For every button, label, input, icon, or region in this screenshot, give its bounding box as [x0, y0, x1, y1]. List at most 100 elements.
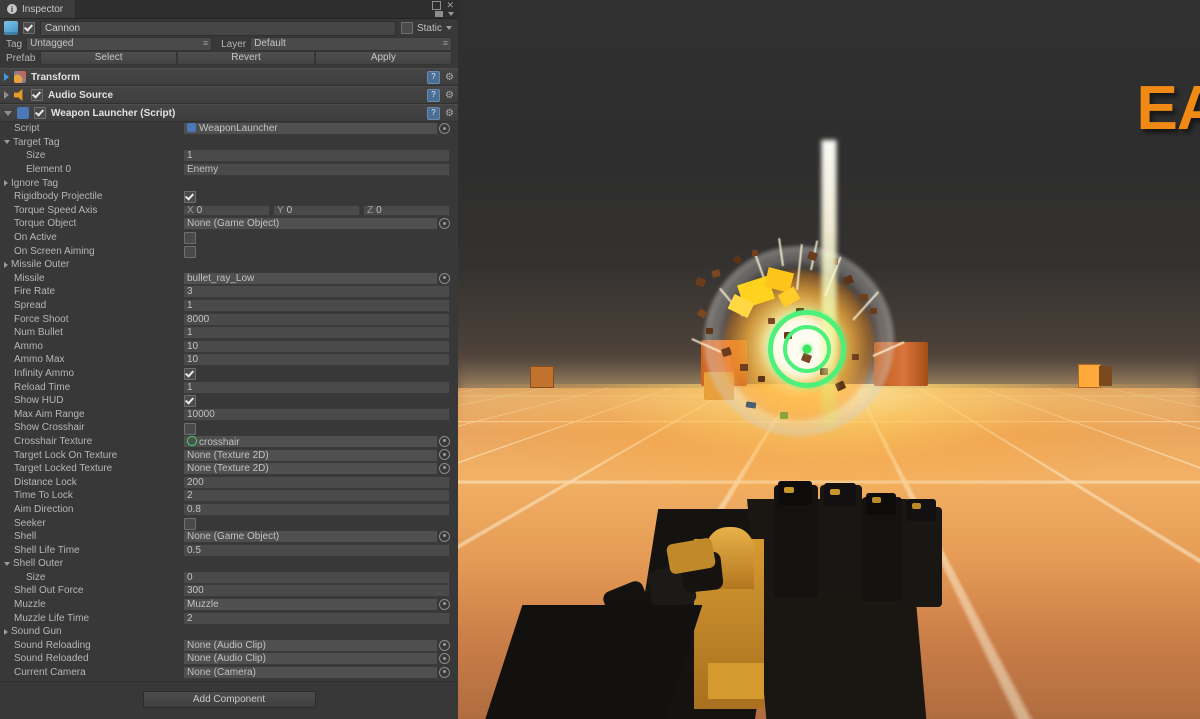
add-component-button[interactable]: Add Component: [142, 691, 316, 709]
collapse-arrow-icon[interactable]: [4, 561, 10, 566]
property-value[interactable]: None (Game Object): [183, 217, 438, 231]
property-row[interactable]: Sound Reloading None (Audio Clip): [0, 638, 458, 653]
property-value[interactable]: 10: [183, 339, 450, 353]
property-row[interactable]: Script WeaponLauncher: [0, 122, 458, 136]
property-value[interactable]: 2: [183, 489, 450, 503]
minimize-icon[interactable]: [432, 1, 442, 10]
collapse-arrow-icon[interactable]: [4, 110, 12, 116]
property-row[interactable]: Muzzle Life Time 2: [0, 611, 458, 625]
property-row[interactable]: Show Crosshair: [0, 421, 458, 435]
tag-dropdown[interactable]: Untagged: [26, 37, 213, 51]
property-checkbox[interactable]: [184, 191, 196, 204]
property-checkbox[interactable]: [184, 368, 196, 381]
object-picker-icon[interactable]: [439, 435, 450, 447]
property-value[interactable]: 10: [183, 353, 450, 367]
property-row[interactable]: Reload Time 1: [0, 380, 458, 394]
property-value[interactable]: 1: [183, 326, 450, 340]
gear-icon[interactable]: ⚙: [445, 90, 454, 101]
object-picker-icon[interactable]: [439, 598, 450, 610]
component-enabled-checkbox[interactable]: [31, 89, 43, 101]
property-row[interactable]: Sound Reloaded None (Audio Clip): [0, 652, 458, 666]
property-row[interactable]: Shell None (Game Object): [0, 530, 458, 544]
expand-arrow-icon[interactable]: [4, 628, 8, 635]
property-value[interactable]: 2: [183, 611, 450, 625]
object-picker-icon[interactable]: [439, 272, 450, 284]
object-name-input[interactable]: Cannon: [40, 20, 396, 36]
property-value[interactable]: 0: [183, 570, 450, 584]
object-picker-icon[interactable]: [439, 123, 450, 134]
close-icon[interactable]: ✕: [446, 1, 454, 10]
property-row[interactable]: Max Aim Range 10000: [0, 407, 458, 421]
property-row[interactable]: Ammo Max 10: [0, 353, 458, 367]
property-row[interactable]: Ammo 10: [0, 339, 458, 354]
property-row[interactable]: Target Lock On Texture None (Texture 2D): [0, 448, 458, 462]
component-header-audio-source[interactable]: Audio Source ? ⚙: [0, 86, 458, 104]
help-icon[interactable]: ?: [427, 70, 441, 84]
property-value[interactable]: Muzzle: [183, 598, 438, 612]
vector-y-input[interactable]: Y0: [273, 204, 360, 216]
object-picker-icon[interactable]: [439, 449, 450, 461]
component-header-weapon-launcher[interactable]: Weapon Launcher (Script) ? ⚙: [0, 104, 458, 122]
property-value[interactable]: None (Camera): [183, 666, 438, 680]
property-row[interactable]: Num Bullet 1: [0, 326, 458, 340]
gear-icon[interactable]: ⚙: [445, 108, 454, 119]
property-row[interactable]: Show HUD: [0, 394, 458, 408]
property-value[interactable]: 1: [183, 149, 450, 163]
panel-icon[interactable]: [435, 11, 443, 17]
property-row[interactable]: Size 1: [0, 149, 458, 163]
property-row[interactable]: Torque Speed Axis X 0 Y 0 Z 0: [0, 204, 458, 218]
object-picker-icon[interactable]: [439, 666, 450, 678]
property-value[interactable]: None (Audio Clip): [183, 638, 438, 652]
expand-arrow-icon[interactable]: [4, 180, 8, 187]
property-checkbox[interactable]: [184, 232, 196, 245]
property-checkbox[interactable]: [184, 245, 196, 258]
chevron-down-icon[interactable]: [446, 26, 452, 30]
property-row[interactable]: Force Shoot 8000: [0, 312, 458, 326]
prefab-select-button[interactable]: Select: [40, 51, 178, 65]
property-row[interactable]: Ignore Tag: [0, 176, 458, 190]
object-picker-icon[interactable]: [439, 639, 450, 651]
property-value[interactable]: crosshair: [183, 434, 438, 448]
component-enabled-checkbox[interactable]: [34, 107, 46, 119]
property-row[interactable]: Target Locked Texture None (Texture 2D): [0, 462, 458, 476]
property-value[interactable]: 8000: [183, 312, 450, 326]
property-row[interactable]: Element 0 Enemy: [0, 163, 458, 177]
layer-dropdown[interactable]: Default: [250, 37, 452, 51]
property-row[interactable]: Shell Outer: [0, 557, 458, 571]
object-picker-icon[interactable]: [439, 218, 450, 230]
property-value[interactable]: 0.5: [183, 543, 450, 557]
property-row[interactable]: Distance Lock 200: [0, 475, 458, 489]
expand-arrow-icon[interactable]: [4, 73, 9, 81]
expand-arrow-icon[interactable]: [4, 261, 8, 268]
property-row[interactable]: Spread 1: [0, 299, 458, 313]
static-checkbox[interactable]: [400, 22, 413, 34]
property-row[interactable]: Shell Out Force 300: [0, 584, 458, 598]
gear-icon[interactable]: ⚙: [445, 72, 454, 83]
static-toggle[interactable]: Static: [400, 22, 454, 34]
property-value[interactable]: 1: [183, 299, 450, 313]
property-row[interactable]: On Active: [0, 231, 458, 245]
tab-inspector[interactable]: i Inspector: [0, 0, 77, 18]
property-checkbox[interactable]: [184, 422, 196, 435]
property-row[interactable]: Crosshair Texture crosshair: [0, 434, 458, 449]
property-row[interactable]: Muzzle Muzzle: [0, 598, 458, 612]
property-value[interactable]: WeaponLauncher: [183, 122, 438, 136]
property-row[interactable]: Torque Object None (Game Object): [0, 217, 458, 231]
object-picker-icon[interactable]: [439, 462, 450, 474]
property-row[interactable]: Sound Gun: [0, 625, 458, 639]
help-icon[interactable]: ?: [427, 106, 441, 120]
game-viewport[interactable]: EASY CUSTOM VIA INSPECTOR: [458, 0, 1200, 719]
property-row[interactable]: Missile bullet_ray_Low: [0, 271, 458, 286]
property-row[interactable]: On Screen Aiming: [0, 244, 458, 258]
property-row[interactable]: Rigidbody Projectile: [0, 190, 458, 204]
property-row[interactable]: Shell Life Time 0.5: [0, 543, 458, 557]
property-value[interactable]: 300: [183, 584, 450, 598]
vector-x-input[interactable]: X0: [183, 204, 270, 216]
property-value[interactable]: 0.8: [183, 502, 450, 516]
property-row[interactable]: Target Tag: [0, 136, 458, 150]
property-row[interactable]: Seeker: [0, 516, 458, 530]
object-enabled-checkbox[interactable]: [23, 22, 35, 34]
collapse-arrow-icon[interactable]: [4, 140, 10, 145]
vector-z-input[interactable]: Z0: [363, 204, 450, 216]
property-value[interactable]: bullet_ray_Low: [183, 271, 438, 285]
